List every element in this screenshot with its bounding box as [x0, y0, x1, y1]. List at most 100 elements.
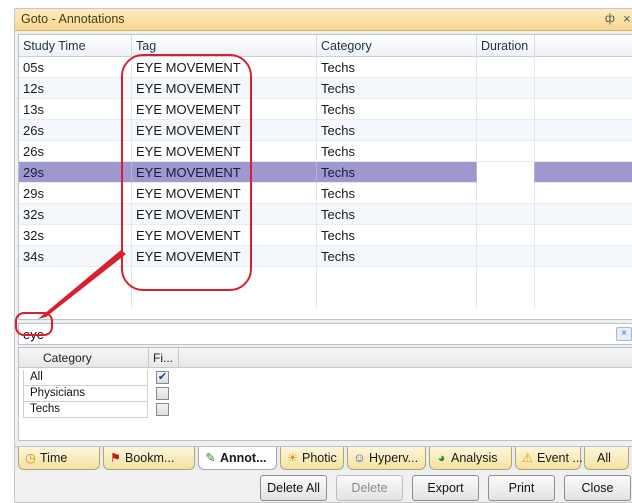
category-cell: Techs — [317, 225, 477, 246]
tab-bookm[interactable]: ⚑ Bookm... — [103, 447, 195, 470]
table-row[interactable]: 32s EYE MOVEMENT Techs — [19, 204, 632, 225]
category-filter-label: Techs — [23, 402, 148, 418]
tab-label: Time — [40, 451, 68, 465]
empty-cell — [477, 267, 535, 288]
column-header-category[interactable]: Category — [317, 35, 477, 57]
category-filter-header: Category Fi... — [19, 348, 632, 368]
tab-label: Event ... — [537, 451, 583, 465]
empty-cell — [19, 267, 132, 288]
tab-hyperv[interactable]: ☺ Hyperv... — [347, 447, 426, 470]
duration-cell — [477, 162, 535, 183]
annotations-grid: Study Time Tag Category Duration 05s EYE … — [18, 34, 632, 320]
category-filter-label: Physicians — [23, 386, 148, 402]
table-row[interactable]: 32s EYE MOVEMENT Techs — [19, 225, 632, 246]
pencil-icon: ✎ — [205, 451, 216, 465]
tab-label: Photic — [302, 451, 337, 465]
study-time-cell: 05s — [19, 57, 132, 78]
duration-cell — [477, 225, 535, 246]
tab-annot[interactable]: ✎ Annot... — [198, 447, 277, 470]
warning-icon: ⚠ — [521, 451, 534, 465]
duration-cell — [477, 120, 535, 141]
delete-button[interactable]: Delete — [336, 475, 403, 501]
close-icon[interactable]: × — [623, 11, 631, 26]
empty-cell — [317, 288, 477, 309]
category-cell: Techs — [317, 78, 477, 99]
flag-icon: ⚑ — [109, 451, 122, 465]
tab-label: All — [597, 451, 611, 465]
search-input[interactable] — [21, 325, 581, 343]
tab-time[interactable]: ◷ Time — [18, 447, 100, 470]
category-cell: Techs — [317, 120, 477, 141]
category-cell: Techs — [317, 246, 477, 267]
table-row[interactable]: 29s EYE MOVEMENT Techs — [19, 162, 632, 183]
tab-label: Analysis — [451, 451, 498, 465]
study-time-cell: 32s — [19, 225, 132, 246]
study-time-cell: 29s — [19, 162, 132, 183]
category-filter-item: Physicians — [19, 386, 179, 402]
table-row[interactable]: 13s EYE MOVEMENT Techs — [19, 99, 632, 120]
category-filter-checkbox[interactable] — [156, 387, 169, 400]
category-filter-checkbox[interactable] — [156, 403, 169, 416]
empty-row — [19, 288, 632, 309]
tag-cell: EYE MOVEMENT — [132, 225, 317, 246]
tag-cell: EYE MOVEMENT — [132, 57, 317, 78]
empty-cell — [317, 267, 477, 288]
category-cell: Techs — [317, 204, 477, 225]
column-header-category-filter[interactable]: Category — [19, 348, 149, 368]
empty-cell — [477, 288, 535, 309]
study-time-cell: 26s — [19, 141, 132, 162]
category-cell: Techs — [317, 162, 477, 183]
duration-cell — [477, 57, 535, 78]
tag-cell: EYE MOVEMENT — [132, 204, 317, 225]
category-cell: Techs — [317, 99, 477, 120]
category-filter-panel: Category Fi... All ✔ Physicians Techs — [18, 347, 632, 441]
column-header-tag[interactable]: Tag — [132, 35, 317, 57]
duration-cell — [477, 246, 535, 267]
table-row[interactable]: 34s EYE MOVEMENT Techs — [19, 246, 632, 267]
study-time-cell: 32s — [19, 204, 132, 225]
table-row[interactable]: 26s EYE MOVEMENT Techs — [19, 141, 632, 162]
clear-filter-button[interactable]: × — [616, 327, 632, 341]
grid-header: Study Time Tag Category Duration — [19, 35, 632, 57]
tag-cell: EYE MOVEMENT — [132, 246, 317, 267]
empty-cell — [132, 288, 317, 309]
column-header-duration[interactable]: Duration — [477, 35, 535, 57]
pie-chart-icon: ◕ — [437, 451, 446, 465]
export-button[interactable]: Export — [412, 475, 479, 501]
category-cell: Techs — [317, 183, 477, 204]
tab-photic[interactable]: ☀ Photic — [280, 447, 344, 470]
study-time-cell: 26s — [19, 120, 132, 141]
person-icon: ☺ — [353, 451, 366, 465]
category-filter-label: All — [23, 370, 148, 386]
column-header-filter[interactable]: Fi... — [149, 348, 179, 368]
duration-cell — [477, 183, 535, 204]
tab-analysis[interactable]: ◕ Analysis — [429, 447, 512, 470]
window-title: Goto - Annotations — [21, 12, 125, 26]
column-header-study-time[interactable]: Study Time — [19, 35, 132, 57]
clock-icon: ◷ — [25, 451, 36, 465]
tag-cell: EYE MOVEMENT — [132, 78, 317, 99]
study-time-cell: 13s — [19, 99, 132, 120]
table-row[interactable]: 12s EYE MOVEMENT Techs — [19, 78, 632, 99]
tag-cell: EYE MOVEMENT — [132, 120, 317, 141]
tab-event[interactable]: ⚠ Event ... — [515, 447, 583, 470]
table-row[interactable]: 26s EYE MOVEMENT Techs — [19, 120, 632, 141]
duration-cell — [477, 204, 535, 225]
duration-cell — [477, 99, 535, 120]
category-filter-checkbox[interactable]: ✔ — [156, 371, 169, 384]
tab-all[interactable]: All — [584, 447, 629, 470]
print-button[interactable]: Print — [488, 475, 555, 501]
table-row[interactable]: 29s EYE MOVEMENT Techs — [19, 183, 632, 204]
pin-icon[interactable]: ф — [605, 11, 615, 25]
close-button[interactable]: Close — [564, 475, 631, 501]
tag-cell: EYE MOVEMENT — [132, 141, 317, 162]
lightbulb-icon: ☀ — [286, 451, 299, 465]
category-filter-item: Techs — [19, 402, 179, 418]
tag-cell: EYE MOVEMENT — [132, 183, 317, 204]
delete-all-button[interactable]: Delete All — [260, 475, 327, 501]
button-bar: Delete All Delete Export Print Close — [15, 470, 632, 502]
category-filter-item: All ✔ — [19, 370, 179, 386]
table-row[interactable]: 05s EYE MOVEMENT Techs — [19, 57, 632, 78]
filter-bar: × — [18, 323, 632, 345]
study-time-cell: 29s — [19, 183, 132, 204]
